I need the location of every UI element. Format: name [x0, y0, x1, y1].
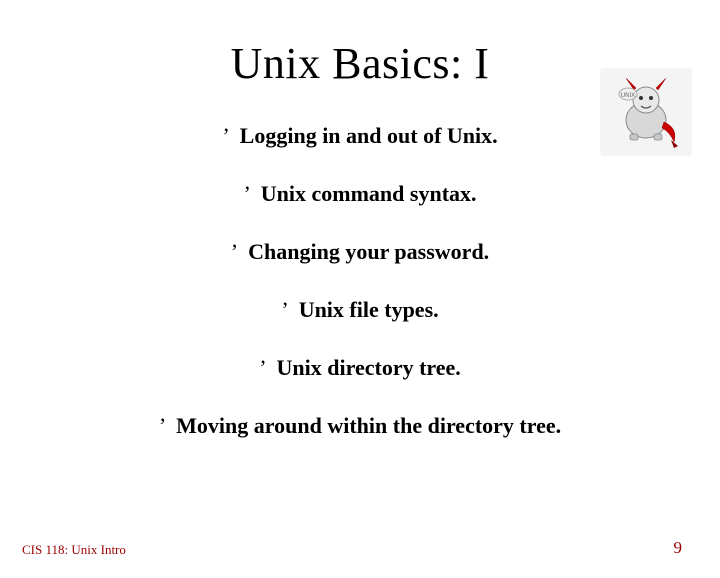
bullet-list: ’ Logging in and out of Unix. ’ Unix comma…: [0, 123, 720, 439]
bullet-text: Changing your password.: [248, 239, 489, 264]
bsd-daemon-icon: UNIX: [600, 68, 692, 156]
bullet-text: Moving around within the directory tree.: [176, 413, 561, 438]
bullet-mark: ’: [159, 413, 166, 439]
footer-course-label: CIS 118: Unix Intro: [22, 542, 126, 558]
bullet-mark: ’: [243, 181, 250, 207]
bullet-item: ’ Unix directory tree.: [259, 355, 461, 381]
bullet-item: ’ Unix file types.: [281, 297, 438, 323]
bullet-text: Logging in and out of Unix.: [240, 123, 498, 148]
bullet-mark: ’: [222, 123, 229, 149]
bullet-item: ’ Moving around within the directory tree…: [159, 413, 561, 439]
bullet-item: ’ Logging in and out of Unix.: [222, 123, 497, 149]
footer-page-number: 9: [674, 538, 683, 558]
bullet-item: ’ Unix command syntax.: [243, 181, 476, 207]
bullet-item: ’ Changing your password.: [231, 239, 489, 265]
svg-text:UNIX: UNIX: [621, 93, 635, 99]
bullet-mark: ’: [259, 355, 266, 381]
bullet-text: Unix file types.: [299, 297, 439, 322]
bullet-mark: ’: [281, 297, 288, 323]
bullet-text: Unix command syntax.: [261, 181, 477, 206]
bullet-mark: ’: [231, 239, 238, 265]
bullet-text: Unix directory tree.: [277, 355, 461, 380]
